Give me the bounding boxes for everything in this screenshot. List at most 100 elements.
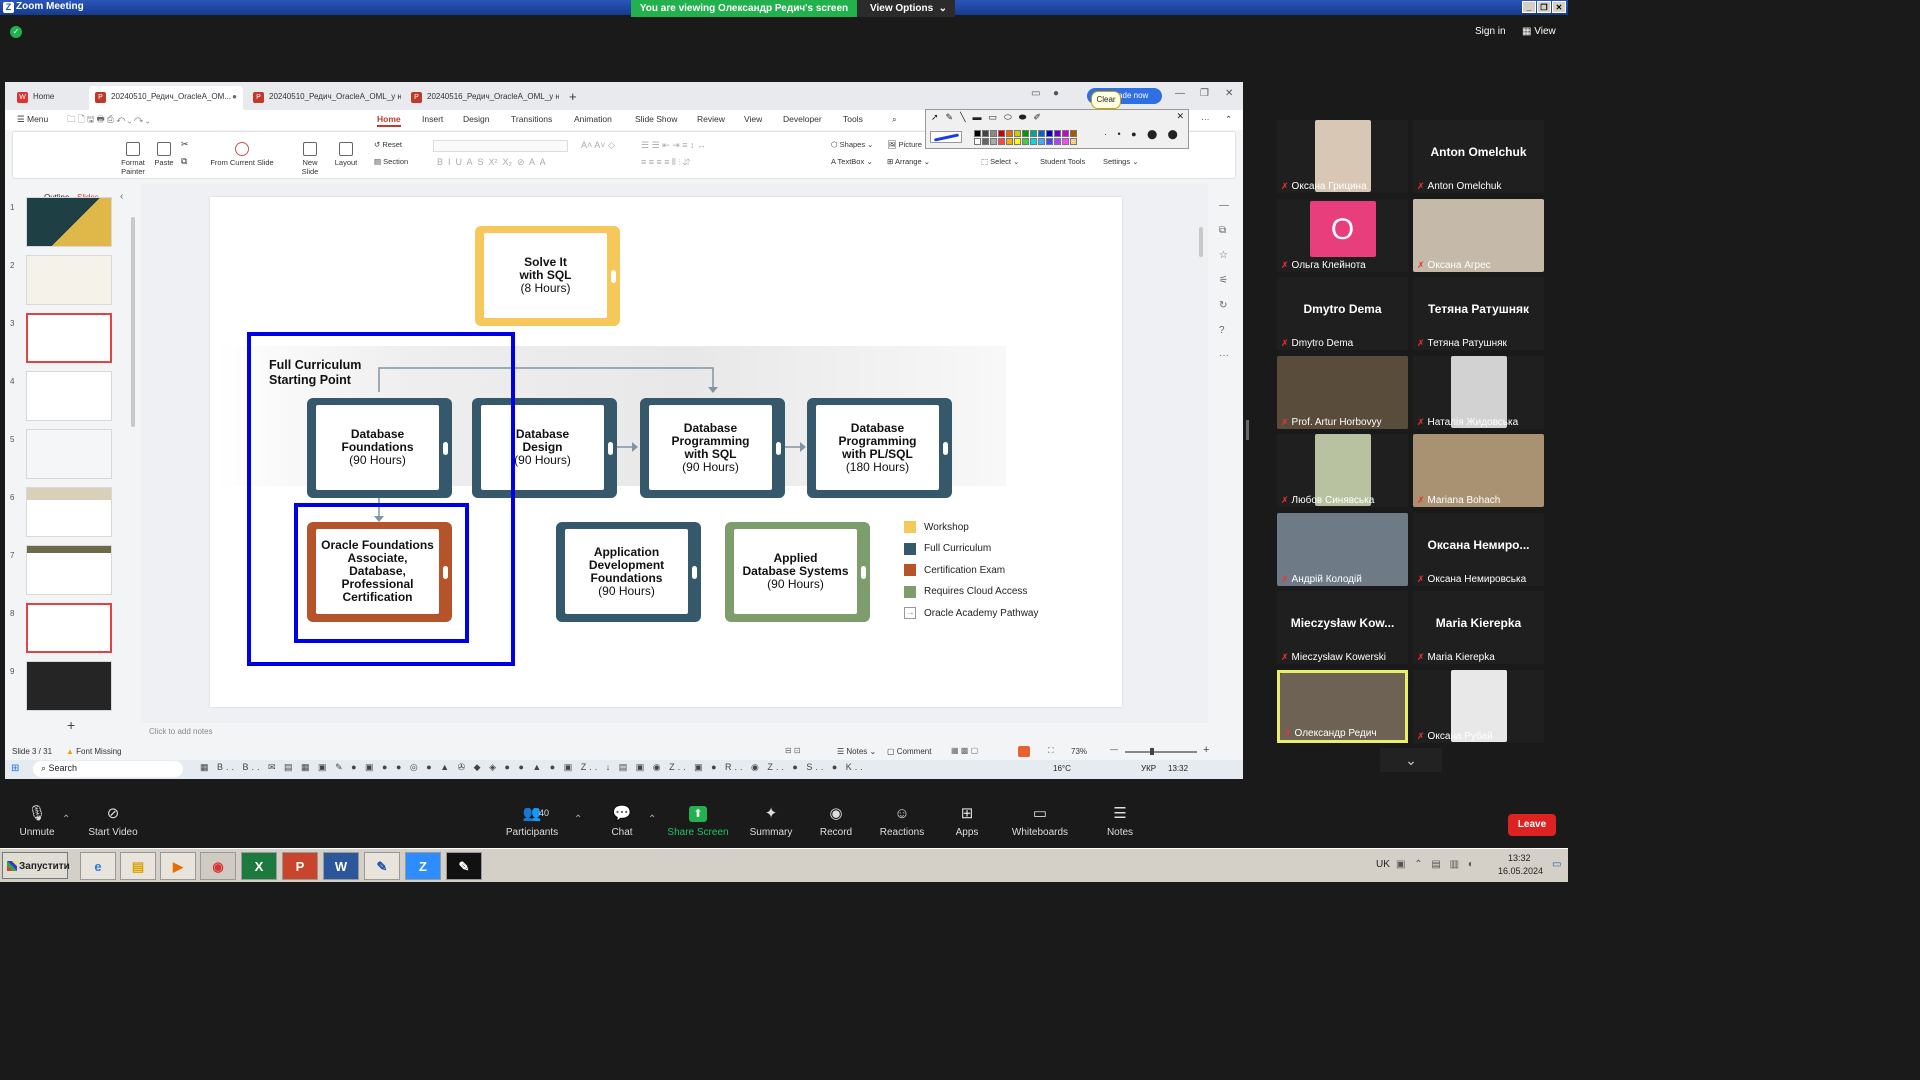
collapse-panel-icon[interactable]: ‹: [120, 191, 123, 202]
annotation-tool-icons[interactable]: ➚✎╲▬▭⬭⬬✐: [931, 112, 1048, 123]
course-card[interactable]: Database Programming with SQL (90 Hours): [640, 398, 785, 498]
menu-design[interactable]: Design: [463, 114, 489, 124]
color-swatch[interactable]: [990, 138, 997, 145]
control-caret-icon[interactable]: ⌃: [648, 814, 656, 825]
participant-tile[interactable]: ✗ Оксана Рубай: [1413, 669, 1544, 743]
color-swatch[interactable]: [1006, 130, 1013, 137]
menu-review[interactable]: Review: [697, 114, 725, 124]
control-apps[interactable]: ⊞ Apps: [932, 806, 1002, 839]
word-icon[interactable]: W: [323, 852, 359, 880]
slide-thumbnail[interactable]: [26, 661, 112, 711]
format-painter-button[interactable]: Format Painter: [119, 142, 147, 176]
paragraph-icons[interactable]: ☰ ☰ ⇤ ⇥ ≡ ↕ ↔: [641, 140, 706, 151]
media-player-icon[interactable]: ▶: [160, 852, 196, 880]
fit-icon[interactable]: ⛶: [1048, 746, 1054, 756]
powerpoint-icon[interactable]: P: [282, 852, 318, 880]
new-slide-button[interactable]: New Slide: [298, 142, 322, 176]
more-icon[interactable]: ···: [1201, 114, 1210, 124]
control-caret-icon[interactable]: ⌃: [62, 814, 70, 825]
menu-slide-show[interactable]: Slide Show: [635, 114, 678, 124]
course-card[interactable]: Solve It with SQL (8 Hours): [475, 226, 620, 326]
taskbar-search[interactable]: ⌕ Search: [33, 761, 183, 777]
zoom-slider-handle[interactable]: [1150, 748, 1154, 755]
avatar-icon[interactable]: ●: [1053, 88, 1059, 99]
layout-icon[interactable]: ▭: [1031, 88, 1040, 99]
zoom-app-icon[interactable]: Z: [405, 852, 441, 880]
menu-transitions[interactable]: Transitions: [511, 114, 552, 124]
windows-start-icon[interactable]: ⊞: [11, 763, 19, 774]
control-record[interactable]: ◉ Record: [801, 806, 871, 839]
participant-tile[interactable]: Maria Kierepka ✗ Maria Kierepka: [1413, 591, 1544, 664]
zoom-slider[interactable]: [1125, 751, 1197, 753]
participant-tile[interactable]: Anton Omelchuk ✗ Anton Omelchuk: [1413, 120, 1544, 193]
security-shield-icon[interactable]: ✓: [10, 26, 22, 38]
slide-thumbnail[interactable]: [26, 545, 112, 595]
annotation-close-icon[interactable]: ✕: [1176, 111, 1184, 122]
participant-tile[interactable]: ✗ Оксана Агрес: [1413, 198, 1544, 272]
start-button[interactable]: Запустити: [2, 852, 70, 879]
tab-close-icon[interactable]: ●: [232, 86, 237, 108]
tray-icons[interactable]: ▣ ⌃ ▤ ▥ ◐: [1396, 859, 1477, 870]
control-share-screen[interactable]: ⬆ Share Screen: [663, 806, 733, 838]
participant-tile[interactable]: Dmytro Dema ✗ Dmytro Dema: [1277, 277, 1408, 350]
select-button[interactable]: ⬚ Select ⌄: [981, 157, 1019, 166]
color-swatch[interactable]: [1030, 138, 1037, 145]
control-chat[interactable]: 💬 Chat: [587, 806, 657, 839]
menu-home[interactable]: Home: [377, 114, 401, 127]
splitter-handle[interactable]: [1246, 420, 1249, 440]
participant-tile[interactable]: O ✗ Ольга Клейнота: [1277, 198, 1408, 272]
color-swatch[interactable]: [1062, 138, 1069, 145]
zoom-level[interactable]: 73%: [1071, 747, 1087, 756]
color-swatch[interactable]: [1030, 130, 1037, 137]
view-options-button[interactable]: View Options ⌄: [857, 0, 955, 17]
add-slide-icon[interactable]: +: [67, 717, 75, 733]
section-button[interactable]: ▤ Section: [374, 157, 408, 166]
menu-tools[interactable]: Tools: [843, 114, 863, 124]
comment-toggle[interactable]: ▢ Comment: [887, 747, 931, 756]
student-tools-button[interactable]: Student Tools: [1040, 157, 1085, 166]
language-indicator[interactable]: UK: [1376, 859, 1390, 870]
window-close-icon[interactable]: ✕: [1225, 88, 1233, 99]
participant-tile[interactable]: ✗ Mariana Bohach: [1413, 434, 1544, 507]
color-swatch[interactable]: [1062, 130, 1069, 137]
excel-icon[interactable]: X: [241, 852, 277, 880]
layout-button[interactable]: Layout: [331, 142, 361, 167]
color-swatch[interactable]: [990, 130, 997, 137]
control-caret-icon[interactable]: ⌃: [574, 814, 582, 825]
slide-thumbnail[interactable]: [26, 603, 112, 653]
control-whiteboards[interactable]: ▭ Whiteboards: [1005, 806, 1075, 839]
notes-area[interactable]: Click to add notes: [142, 724, 1209, 740]
color-swatch[interactable]: [1038, 138, 1045, 145]
view-button[interactable]: ▦ View: [1522, 26, 1556, 37]
pen-preview[interactable]: [930, 131, 962, 143]
taskbar-app-icons[interactable]: ▦ B.. B.. ✉ ▤ ▦ ▣ ✎ ● ▣ ● ● ◎ ● ▲ ✇ ◆ ◈ …: [200, 762, 866, 773]
close-icon[interactable]: ✕: [1552, 1, 1566, 13]
font-size-icons[interactable]: A˄ A˅ ◇: [581, 140, 615, 151]
color-swatch[interactable]: [1054, 130, 1061, 137]
menu-animation[interactable]: Animation: [574, 114, 612, 124]
tab-document-2[interactable]: P 20240510_Редич_OracleA_OML_у нав: [247, 86, 401, 110]
play-slideshow-icon[interactable]: [1018, 746, 1030, 757]
paint-icon[interactable]: ✎: [364, 852, 400, 880]
new-tab-plus-icon[interactable]: +: [565, 86, 585, 110]
font-name-dropdown[interactable]: [433, 140, 568, 152]
canvas-scrollbar[interactable]: [1199, 227, 1203, 257]
settings-button[interactable]: Settings ⌄: [1103, 157, 1138, 166]
collapse-ribbon-icon[interactable]: ⌃: [1225, 114, 1232, 125]
text-format-icons[interactable]: B I U A S X² X₂ ⊘ A A: [437, 157, 546, 168]
participant-tile[interactable]: ✗ Андрій Колодій: [1277, 512, 1408, 586]
color-swatch[interactable]: [1014, 130, 1021, 137]
slide-thumbnail[interactable]: [26, 429, 112, 479]
search-icon[interactable]: ⌕: [892, 114, 897, 125]
folder-icon[interactable]: ▤: [120, 852, 156, 880]
color-swatch[interactable]: [974, 138, 981, 145]
participant-tile[interactable]: ✗ Наталія Жидовська: [1413, 355, 1544, 429]
participant-tile[interactable]: ✗ Prof. Artur Horbovyy: [1277, 355, 1408, 429]
participant-tile[interactable]: Mieczysław Kow... ✗ Mieczysław Kowerski: [1277, 591, 1408, 664]
taskbar-language[interactable]: УКР: [1141, 764, 1156, 773]
restore-icon[interactable]: ❐: [1537, 1, 1551, 13]
minimize-icon[interactable]: _: [1522, 1, 1536, 13]
participant-tile[interactable]: ✗ Оксана Грицина: [1277, 120, 1408, 193]
menu-view[interactable]: View: [744, 114, 762, 124]
view-mode-icons[interactable]: ▦ ▩ ▢: [951, 746, 978, 755]
